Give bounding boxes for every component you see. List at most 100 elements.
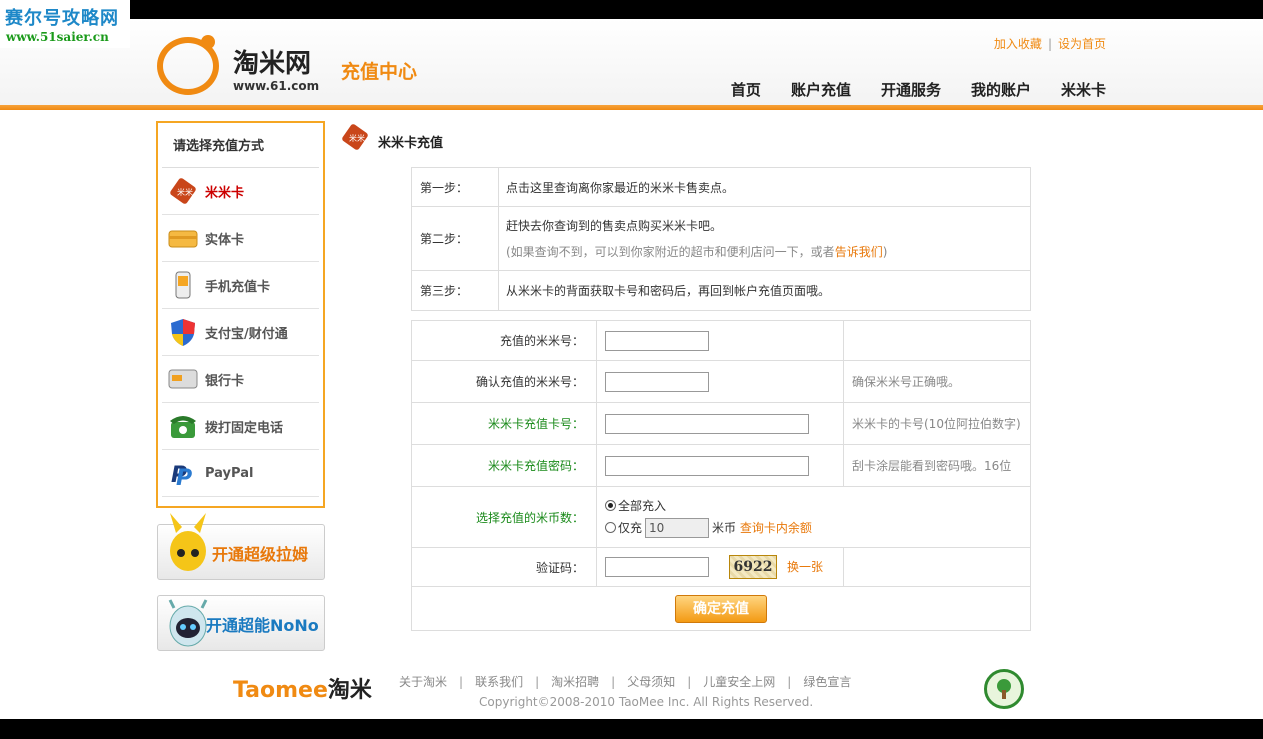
promo-super-lamu[interactable]: 开通超级拉姆 [157,513,325,580]
separator: | [459,675,464,689]
form-row: 米米卡充值卡号： 米米卡的卡号(10位阿拉伯数字) [411,402,1031,445]
amount-only-label: 仅充 [618,520,643,535]
confirm-mimi-id-input[interactable] [605,371,709,392]
form-row: 充值的米米号： [411,320,1031,361]
recharge-form: 充值的米米号： 确认充值的米米号： 确保米米号正确哦。 米米卡充值卡号： 米米卡… [411,320,1031,631]
amount-input[interactable] [645,517,710,538]
steps-table: 第一步： 点击这里查询离你家最近的米米卡售卖点。 第二步： 赶快去你查询到的售卖… [411,167,1031,311]
sidebar-item-paypal[interactable]: PP PayPal [162,450,319,497]
field-hint: 米米卡的卡号(10位阿拉伯数字) [843,402,1031,445]
refresh-captcha-link[interactable]: 换一张 [787,560,823,574]
step-row: 第一步： 点击这里查询离你家最近的米米卡售卖点。 [411,167,1031,207]
sidebar-item-alipay-tenpay[interactable]: 支付宝/财付通 [162,309,319,356]
step-note: (如果查询不到，可以到你家附近的超市和便利店问一下，或者告诉我们) [506,243,1030,260]
step-text: 赶快去你查询到的售卖点购买米米卡吧。 [506,219,723,233]
svg-text:米米: 米米 [349,133,365,143]
field-label: 米米卡充值密码： [411,444,597,487]
nav-home[interactable]: 首页 [731,79,761,100]
sidebar-item-label: 米米卡 [205,185,245,201]
find-store-link[interactable]: 点击这里查询离你家最近的米米卡售卖点。 [498,167,1031,207]
set-homepage-link[interactable]: 设为首页 [1058,37,1106,51]
paypal-icon: PP [167,457,199,489]
sidebar-item-label: 实体卡 [205,232,245,248]
field-label: 充值的米米号： [411,320,597,361]
nav-my-account[interactable]: 我的账户 [971,79,1031,100]
nav-account-recharge[interactable]: 账户充值 [791,79,851,100]
sidebar-item-telephone[interactable]: 拨打固定电话 [162,403,319,450]
footer-link-about[interactable]: 关于淘米 [399,675,447,689]
lamu-mascot-icon [170,513,206,571]
sidebar-item-physical-card[interactable]: 实体卡 [162,215,319,262]
svg-text:P: P [176,466,192,488]
field-hint: 确保米米号正确哦。 [843,360,1031,403]
mimi-id-input[interactable] [605,330,709,351]
separator: | [535,675,540,689]
submit-cell: 确定充值 [411,586,1031,631]
physical-card-icon [167,222,199,254]
footer-link-safety[interactable]: 儿童安全上网 [703,675,775,689]
green-seal-icon[interactable] [984,669,1024,709]
field-hint [843,547,1031,587]
card-number-input[interactable] [605,413,809,434]
nav-mimi-card[interactable]: 米米卡 [1061,79,1106,100]
mimi-card-tag-icon: 米米 [167,175,199,207]
field-cell [596,402,844,445]
bookmark-link[interactable]: 加入收藏 [994,37,1042,51]
header: 淘米网 www.61.com 充值中心 加入收藏 | 设为首页 首页 账户充值 开通… [0,19,1263,105]
svg-text:米米: 米米 [177,187,193,197]
form-row: 米米卡充值密码： 刮卡涂层能看到密码哦。16位 [411,444,1031,487]
top-black-bar [0,0,1263,19]
watermark: 赛尔号攻略网 www.51saier.cn [0,0,130,48]
amount-unit: 米币 [712,520,737,535]
separator: | [687,675,692,689]
field-cell [596,320,844,361]
footer-logo: Taomee淘米 [233,678,372,703]
step-value: 赶快去你查询到的售卖点购买米米卡吧。 (如果查询不到，可以到你家附近的超市和便利… [498,206,1031,271]
field-cell [596,360,844,403]
footer-link-jobs[interactable]: 淘米招聘 [551,675,599,689]
tell-us-link[interactable]: 告诉我们 [835,245,883,259]
logo-dot [201,35,215,49]
step-text: 从米米卡的背面获取卡号和密码后，再回到帐户充值页面哦。 [498,270,1031,311]
step-row: 第三步： 从米米卡的背面获取卡号和密码后，再回到帐户充值页面哦。 [411,270,1031,311]
separator: | [1047,37,1052,51]
logo-subtitle: 充值中心 [341,61,418,83]
promo-super-nono[interactable]: 开通超能NoNo [157,595,325,651]
sidebar-item-label: PayPal [205,465,254,481]
note-suffix: ) [882,245,888,259]
nav-open-service[interactable]: 开通服务 [881,79,941,100]
submit-recharge-button[interactable]: 确定充值 [675,594,767,623]
radio-partial[interactable] [605,521,616,533]
card-password-input[interactable] [605,455,809,476]
sidebar-item-mobile-card[interactable]: 手机充值卡 [162,262,319,309]
check-balance-link[interactable]: 查询卡内余额 [740,521,812,535]
watermark-title: 赛尔号攻略网 [5,8,119,29]
field-label: 确认充值的米米号： [411,360,597,403]
footer-link-contact[interactable]: 联系我们 [475,675,523,689]
amount-all-option[interactable]: 全部充入 [605,497,1030,514]
shield-icon [167,316,199,348]
field-hint: 刮卡涂层能看到密码哦。16位 [843,444,1031,487]
separator: | [787,675,792,689]
site-logo[interactable]: 淘米网 www.61.com 充值中心 [157,35,427,97]
sidebar-title: 请选择充值方式 [162,123,319,168]
amount-all-label: 全部充入 [618,498,667,513]
telephone-icon [167,410,199,442]
footer-link-green[interactable]: 绿色宣言 [803,675,851,689]
step-row: 第二步： 赶快去你查询到的售卖点购买米米卡吧。 (如果查询不到，可以到你家附近的… [411,206,1031,271]
form-row: 验证码： 6922 换一张 [411,547,1031,587]
logo-name: 淘米网 [233,49,312,79]
radio-all[interactable] [605,499,616,511]
footer-link-parents[interactable]: 父母须知 [627,675,675,689]
watermark-url: www.51saier.cn [6,30,109,44]
promo-label: 开通超能NoNo [206,616,319,635]
field-hint [843,320,1031,361]
sidebar-item-label: 支付宝/财付通 [205,326,288,342]
sidebar-item-label: 银行卡 [205,373,245,389]
main-nav: 首页 账户充值 开通服务 我的账户 米米卡 [701,79,1106,100]
field-label: 选择充值的米币数： [411,486,597,548]
sidebar-item-bank-card[interactable]: 银行卡 [162,356,319,403]
captcha-input[interactable] [605,556,709,577]
separator: | [611,675,616,689]
sidebar-item-mimi-card[interactable]: 米米 米米卡 [162,168,319,215]
